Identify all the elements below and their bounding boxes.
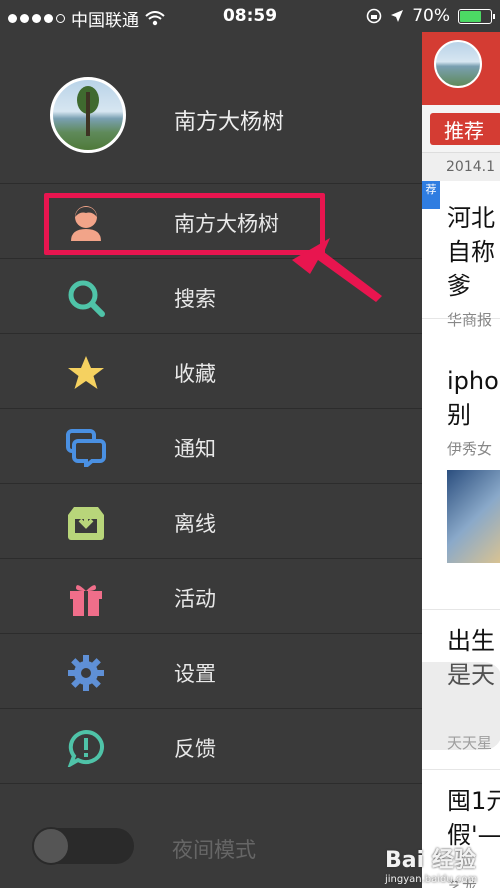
status-bar: 中国联通 08:59 70% [0, 0, 500, 32]
menu-item-label: 活动 [174, 587, 216, 611]
battery-percent: 70% [412, 6, 450, 26]
tab-recommended[interactable]: 推荐 [430, 113, 500, 145]
menu-item-label: 离线 [174, 512, 216, 536]
profile-name[interactable]: 南方大杨树 [174, 104, 284, 136]
list-item[interactable]: 荐 河北 自称 爹 华商报 [422, 181, 500, 329]
gear-icon [66, 653, 106, 693]
offline-download-icon [66, 503, 106, 543]
feedback-icon [66, 728, 106, 768]
night-mode-toggle[interactable] [32, 827, 134, 865]
recommend-badge: 荐 [422, 181, 440, 209]
list-item[interactable]: ipho 别 伊秀女 [422, 346, 500, 610]
night-mode-label: 夜间模式 [172, 838, 256, 862]
article-title-line: 囤1元 [447, 787, 500, 815]
night-mode-row: 夜间模式 [0, 808, 422, 888]
article-source: 伊秀女 [447, 440, 493, 458]
article-title-line: 出生 [447, 627, 495, 655]
article-title-line: 自称 [447, 238, 495, 266]
profile-header[interactable]: 南方大杨树 [0, 32, 422, 184]
watermark: Bai 经验 jingyan.baidu.com [385, 842, 477, 885]
menu-item-offline[interactable]: 离线 [0, 484, 422, 559]
article-title-line: ipho [447, 367, 499, 395]
article-title-line: 别 [447, 401, 471, 429]
tab-bar: 推荐 [422, 105, 500, 153]
menu-item-settings[interactable]: 设置 [0, 634, 422, 709]
menu-item-label: 收藏 [174, 362, 216, 386]
main-content-peek[interactable]: 推荐 2014.1 荐 河北 自称 爹 华商报 ipho 别 伊秀女 出生 是天… [422, 0, 500, 888]
rotation-lock-icon [366, 8, 382, 24]
assistive-touch-button[interactable] [422, 662, 500, 750]
menu-item-notifications[interactable]: 通知 [0, 409, 422, 484]
annotation-highlight-box [44, 193, 325, 255]
gift-icon [66, 578, 106, 618]
menu-item-favorites[interactable]: 收藏 [0, 334, 422, 409]
menu-item-feedback[interactable]: 反馈 [0, 709, 422, 784]
watermark-text: Bai 经验 [385, 848, 476, 873]
toggle-knob[interactable] [32, 827, 70, 865]
menu-item-label: 搜索 [174, 287, 216, 311]
side-drawer: 南方大杨树 南方大杨树 搜索 收藏 通知 离线 活动 设置 反馈 夜间模式 [0, 0, 422, 888]
annotation-arrow-icon [292, 238, 382, 302]
article-source: 华商报 [447, 311, 493, 329]
avatar[interactable] [50, 77, 126, 153]
star-icon [66, 353, 106, 393]
menu-item-label: 反馈 [174, 737, 216, 761]
menu-item-label: 设置 [174, 662, 216, 686]
avatar[interactable] [434, 40, 482, 88]
watermark-subtext: jingyan.baidu.com [385, 874, 478, 885]
date-label: 2014.1 [422, 153, 500, 181]
article-thumbnail [447, 470, 500, 563]
notification-icon [66, 428, 106, 468]
search-icon [66, 278, 106, 318]
battery-icon [458, 8, 495, 24]
location-icon [391, 10, 404, 22]
article-title-line: 爹 [447, 272, 471, 300]
article-title-line: 河北 [447, 204, 495, 232]
menu-item-label: 通知 [174, 437, 216, 461]
menu-item-activities[interactable]: 活动 [0, 559, 422, 634]
